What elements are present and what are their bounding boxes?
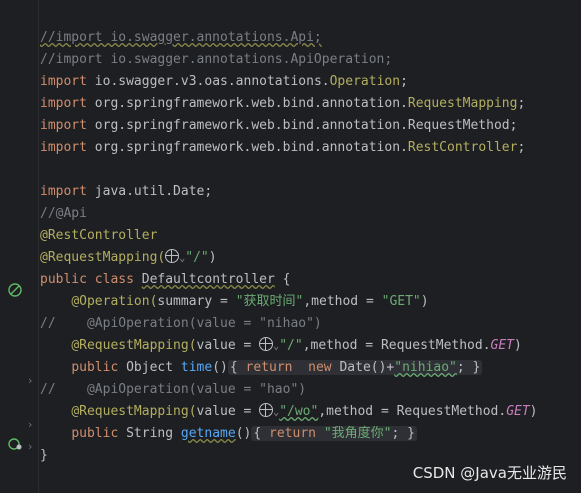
annotation: @RequestMapping( [71, 338, 197, 353]
folded-body[interactable]: { return new Date()+"nihiao"; } [227, 360, 483, 375]
code-line: import io.swagger.v3.oas.annotations.Ope… [40, 74, 408, 89]
annotation: @RequestMapping( [40, 250, 166, 265]
param: ,method = RequestMethod. [302, 338, 491, 353]
keyword: import [40, 118, 87, 133]
code-line: import org.springframework.web.bind.anno… [40, 115, 581, 137]
param: value = [196, 338, 260, 353]
comment: //import io.swagger.annotations.Api; [40, 30, 322, 45]
keyword: import [40, 96, 87, 111]
code-line: //import io.swagger.annotations.Api; [40, 27, 581, 49]
enum-constant: GET [490, 338, 515, 353]
bean-icon[interactable] [8, 437, 22, 451]
watermark: CSDN @Java无业游民 [412, 464, 567, 482]
editor-gutter: › › › [0, 0, 40, 493]
keyword: public [71, 360, 119, 375]
string: "我角度你" [323, 426, 392, 441]
param: summary = [157, 294, 236, 309]
code-line: @RestController [40, 225, 581, 247]
expression: Date()+ [339, 360, 395, 375]
code-line: // @ApiOperation(value = "nihao") [40, 313, 581, 335]
param: ,method = [303, 294, 382, 309]
method-name: time [180, 360, 213, 375]
code-line: @Operation(summary = "获取时间",method = "GE… [71, 294, 429, 309]
comment: //import io.swagger.annotations.ApiOpera… [40, 52, 393, 67]
code-line: //import io.swagger.annotations.ApiOpera… [40, 49, 581, 71]
globe-icon[interactable] [165, 249, 180, 263]
comment: //@Api [40, 206, 87, 221]
annotation: @RestController [40, 228, 158, 243]
code-line: public Object time(){ return new Date()+… [71, 360, 483, 375]
keyword: return [245, 360, 293, 375]
string: "/" [279, 338, 303, 353]
keyword: public [71, 426, 119, 441]
type: Object [126, 360, 174, 375]
keyword: import [40, 140, 87, 155]
gutter-divider [38, 0, 39, 493]
fold-chevron-icon[interactable]: › [28, 418, 32, 431]
code-line: @RequestMapping(value = ⌄"/wo",method = … [71, 403, 538, 419]
string: "GET" [381, 294, 421, 309]
enum-constant: GET [506, 404, 530, 419]
annotation: @Operation( [71, 294, 158, 309]
string: "获取时间" [235, 294, 304, 309]
package: io.swagger.v3.oas.annotations. [86, 74, 330, 89]
method-name: getname [180, 426, 236, 441]
bean-icon[interactable] [8, 283, 22, 297]
globe-icon[interactable] [259, 403, 274, 417]
code-line: import org.springframework.web.bind.anno… [40, 96, 526, 111]
package: java.util.Date; [86, 184, 213, 199]
folded-body[interactable]: { return "我角度你"; } [251, 426, 417, 441]
package: org.springframework.web.bind.annotation.… [86, 118, 518, 133]
package: org.springframework.web.bind.annotation. [86, 140, 408, 155]
keyword: return [269, 426, 316, 441]
string: "/" [185, 250, 209, 265]
fold-chevron-icon[interactable]: › [28, 440, 32, 453]
class-ref: Operation [329, 74, 401, 89]
code-line: @RequestMapping(⌄"/") [40, 249, 217, 265]
keyword: import [40, 74, 87, 89]
comment: // @ApiOperation(value = "hao") [40, 382, 307, 397]
code-line: import org.springframework.web.bind.anno… [40, 140, 526, 155]
comment: // @ApiOperation(value = "nihao") [40, 316, 322, 331]
keyword: import [40, 184, 87, 199]
code-line: @RequestMapping(value = ⌄"/",method = Re… [71, 337, 522, 353]
class-ref: RestController [407, 140, 518, 155]
code-editor[interactable]: //import io.swagger.annotations.Api; //i… [40, 5, 581, 493]
code-line: public String getname(){ return "我角度你"; … [71, 426, 417, 441]
code-line: import java.util.Date; [40, 181, 581, 203]
globe-icon[interactable] [259, 337, 274, 351]
fold-chevron-icon[interactable]: › [28, 374, 32, 387]
code-line: public class Defaultcontroller { [40, 272, 291, 287]
param: ,method = RequestMethod. [318, 404, 507, 419]
package: org.springframework.web.bind.annotation. [86, 96, 408, 111]
class-ref: RequestMapping [407, 96, 518, 111]
code-line: // @ApiOperation(value = "hao") [40, 379, 581, 401]
keyword: public class [40, 272, 134, 287]
class-name: Defaultcontroller [141, 272, 275, 287]
string: "/wo" [279, 404, 319, 419]
closing-brace: } [40, 448, 48, 463]
string: "nihiao" [394, 360, 457, 375]
param: value = [196, 404, 260, 419]
annotation: @RequestMapping( [71, 404, 197, 419]
keyword: new [308, 360, 332, 375]
type: String [126, 426, 174, 441]
code-line: //@Api [40, 203, 581, 225]
